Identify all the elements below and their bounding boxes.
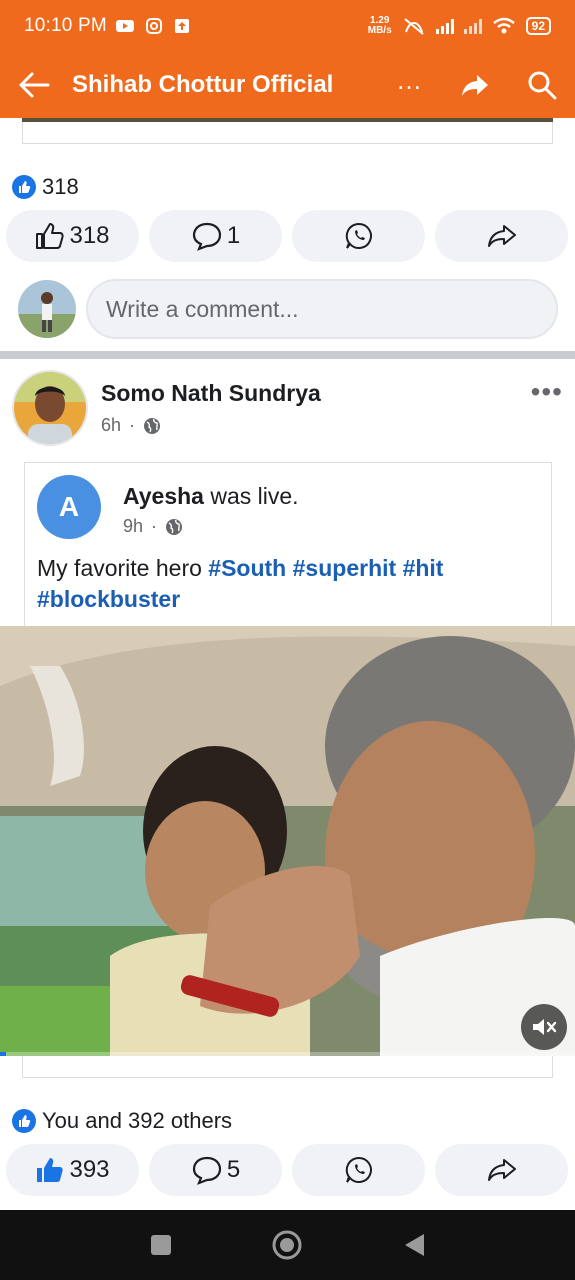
reaction-count: 318 <box>42 174 79 199</box>
app-toolbar: Shihab Chottur Official … <box>0 52 575 118</box>
shared-author-avatar[interactable]: A <box>37 475 101 539</box>
post-frame-bottom <box>22 118 553 144</box>
share-icon <box>487 1159 516 1181</box>
whatsapp-share-button[interactable] <box>292 210 425 262</box>
share-button[interactable] <box>435 1144 568 1196</box>
wifi-icon <box>492 17 515 34</box>
post-time: 6h <box>101 415 122 435</box>
shared-post-time: 9h <box>123 516 144 536</box>
feed[interactable]: 318 318 1 Write a comment... Somo Nath S… <box>0 118 575 1210</box>
shared-post-meta: 9h · <box>123 516 299 537</box>
system-nav-bar <box>0 1210 575 1280</box>
status-right: 1.29 MB/s 92 <box>368 16 551 36</box>
reaction-summary[interactable]: You and 392 others <box>12 1108 232 1134</box>
page-title: Shihab Chottur Official <box>72 71 334 98</box>
post-more-dots-icon[interactable]: ••• <box>531 378 563 450</box>
video-progress-fill <box>0 1052 6 1056</box>
whatsapp-share-button[interactable] <box>292 1144 425 1196</box>
globe-icon <box>166 518 183 535</box>
shared-author-action: was live. <box>210 483 299 509</box>
more-dots-icon[interactable]: … <box>396 67 423 93</box>
post-meta: 6h · <box>101 415 321 436</box>
comment-composer: Write a comment... <box>18 278 558 340</box>
share-icon <box>487 225 516 247</box>
app-root: 10:10 PM 1.29 MB/s 92 Shihab Chottur Off… <box>0 0 575 1280</box>
whatsapp-icon <box>345 222 372 249</box>
reaction-summary[interactable]: 318 <box>12 174 79 200</box>
instagram-icon <box>145 18 162 34</box>
battery-indicator: 92 <box>525 17 551 35</box>
share-arrow-icon[interactable] <box>461 73 489 97</box>
author-name[interactable]: Somo Nath Sundrya <box>101 380 321 407</box>
comment-count: 5 <box>226 1156 241 1183</box>
meta-separator: · <box>129 415 136 435</box>
upload-icon <box>174 19 189 33</box>
my-avatar <box>18 280 76 338</box>
toolbar-actions: … <box>396 67 557 100</box>
shared-author-block: Ayesha was live. 9h · <box>123 475 299 539</box>
status-bar: 10:10 PM 1.29 MB/s 92 <box>0 0 575 52</box>
post-frame-bottom <box>22 1056 553 1078</box>
shared-author-name[interactable]: Ayesha <box>123 483 204 509</box>
share-button[interactable] <box>435 210 568 262</box>
hashtag-link[interactable]: #superhit <box>293 555 397 581</box>
network-speed: 1.29 MB/s <box>368 16 392 36</box>
volte-icon <box>404 18 424 35</box>
search-icon[interactable] <box>527 70 557 100</box>
image-strip <box>22 118 553 122</box>
status-time: 10:10 PM <box>24 15 107 36</box>
meta-separator: · <box>151 516 158 536</box>
like-badge-icon <box>12 1109 36 1133</box>
comment-icon <box>192 1156 221 1185</box>
hashtag-link[interactable]: #South <box>208 555 286 581</box>
comment-button[interactable]: 5 <box>149 1144 282 1196</box>
globe-icon <box>144 417 161 434</box>
comment-button[interactable]: 1 <box>149 210 282 262</box>
network-speed-unit: MB/s <box>367 25 392 36</box>
notification-icons <box>115 17 191 35</box>
comment-input[interactable]: Write a comment... <box>86 279 558 339</box>
like-button[interactable]: 318 <box>6 210 139 262</box>
hashtag-link[interactable]: #blockbuster <box>37 586 180 612</box>
like-count: 393 <box>69 1156 110 1183</box>
shared-author-line: Ayesha was live. <box>123 483 299 510</box>
comment-icon <box>192 222 221 251</box>
recents-square-icon[interactable] <box>149 1233 173 1257</box>
signal-icon <box>435 18 454 34</box>
author-avatar[interactable] <box>12 370 88 446</box>
signal-icon-2 <box>463 18 482 34</box>
youtube-icon <box>115 20 134 32</box>
shared-post-text: My favorite hero #South #superhit #hit #b… <box>37 553 537 615</box>
back-triangle-icon[interactable] <box>402 1232 426 1258</box>
back-arrow-icon[interactable] <box>18 71 50 99</box>
home-circle-icon[interactable] <box>271 1229 303 1261</box>
mute-button[interactable] <box>521 1004 567 1050</box>
speaker-muted-icon <box>533 1019 557 1035</box>
like-count: 318 <box>69 222 110 249</box>
comment-count: 1 <box>226 222 241 249</box>
hashtag-link[interactable]: #hit <box>403 555 444 581</box>
like-badge-icon <box>12 175 36 199</box>
shared-post-caption: My favorite hero <box>37 555 209 581</box>
like-button[interactable]: 393 <box>6 1144 139 1196</box>
video-player[interactable] <box>0 626 575 1056</box>
video-frame <box>0 626 575 1056</box>
reaction-text: You and 392 others <box>42 1108 233 1133</box>
shared-post-header: A Ayesha was live. 9h · <box>37 475 299 539</box>
thumbs-up-outline-icon <box>36 223 65 249</box>
thumbs-up-filled-icon <box>37 1158 64 1182</box>
comment-placeholder: Write a comment... <box>106 295 299 322</box>
post-divider <box>0 351 575 359</box>
shared-post-card[interactable]: A Ayesha was live. 9h · My favorite hero… <box>24 462 552 628</box>
post-actions: 393 5 <box>6 1144 569 1196</box>
whatsapp-icon <box>345 1156 372 1183</box>
post-actions: 318 1 <box>6 210 569 262</box>
author-block: Somo Nath Sundrya 6h · <box>101 370 321 450</box>
post-header: Somo Nath Sundrya 6h · ••• <box>12 370 563 450</box>
